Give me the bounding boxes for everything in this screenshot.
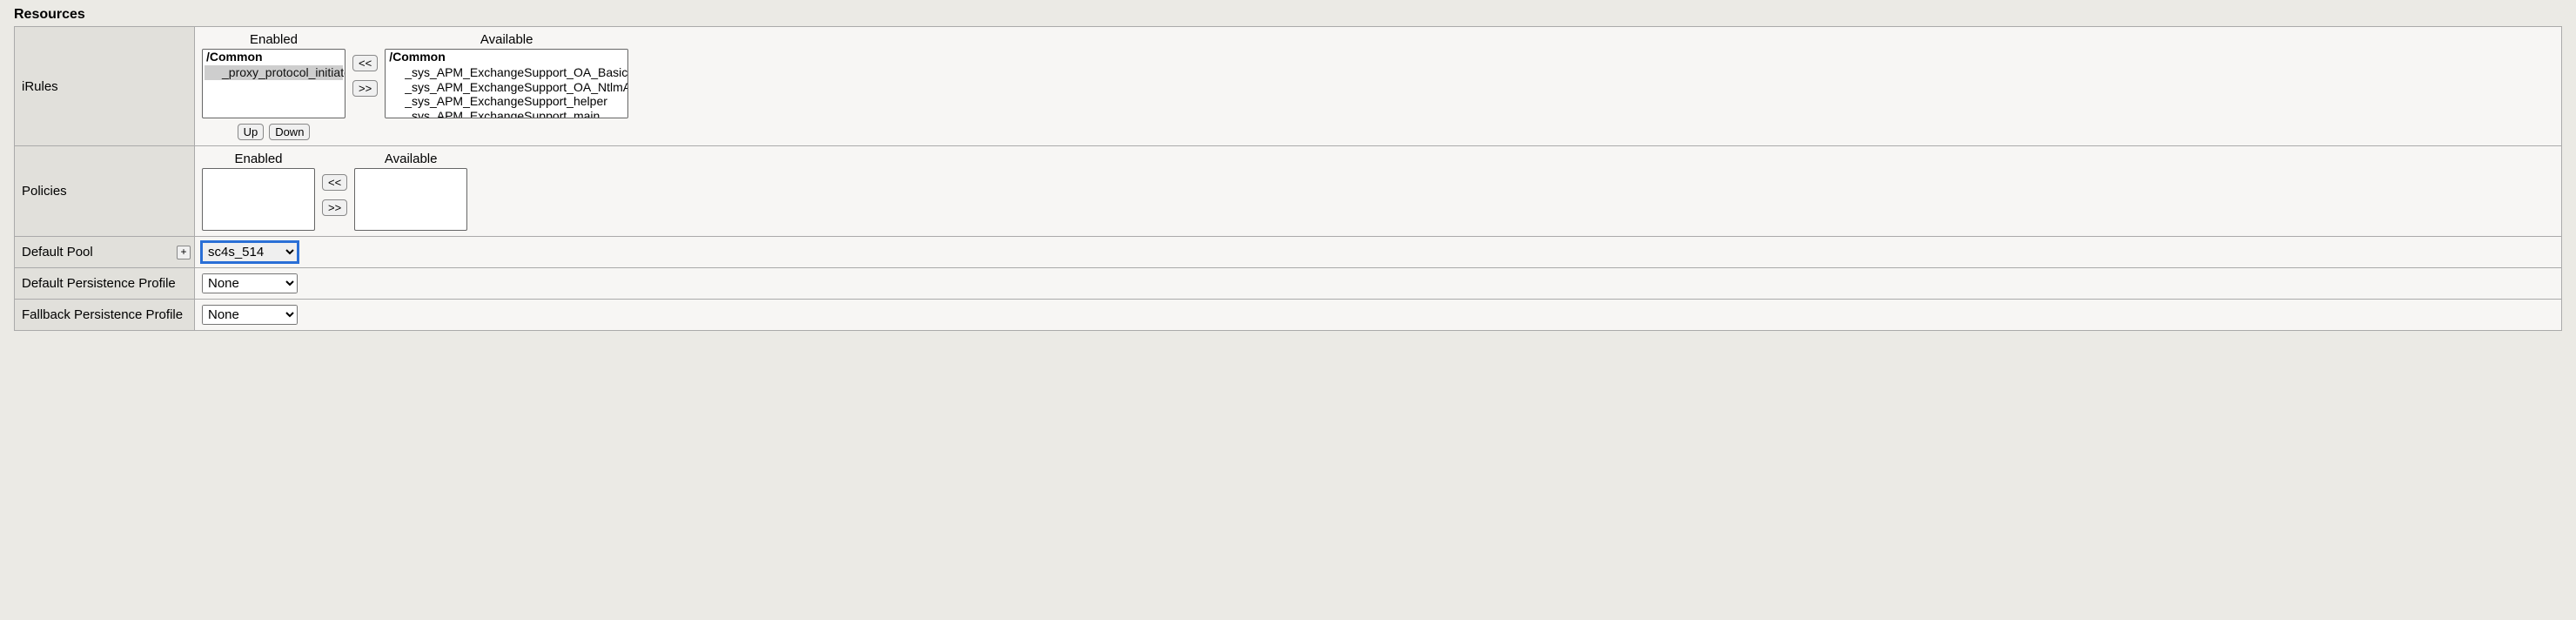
policies-move-left-button[interactable]: <<: [322, 174, 347, 191]
resources-table: iRules Enabled _proxy_protocol_initiator…: [14, 26, 2562, 331]
section-title: Resources: [14, 7, 2562, 23]
irules-enabled-list[interactable]: _proxy_protocol_initiator: [202, 49, 345, 118]
default-persistence-value-cell: None: [195, 268, 2562, 300]
irules-move-left-button[interactable]: <<: [352, 55, 378, 71]
policies-available-title: Available: [385, 152, 438, 166]
default-persistence-select[interactable]: None: [202, 273, 298, 293]
default-pool-add-button[interactable]: +: [177, 246, 191, 259]
fallback-persistence-select[interactable]: None: [202, 305, 298, 325]
irules-available-list[interactable]: _sys_APM_ExchangeSupport_OA_BasicAuth_sy…: [385, 49, 628, 118]
irules-down-button[interactable]: Down: [269, 124, 310, 140]
irules-value-cell: Enabled _proxy_protocol_initiator Up Dow…: [195, 27, 2562, 146]
irules-available-title: Available: [480, 32, 533, 47]
default-pool-label-cell: Default Pool +: [15, 237, 195, 268]
policies-enabled-list[interactable]: [202, 168, 315, 231]
irules-move-right-button[interactable]: >>: [352, 80, 378, 97]
default-persistence-label-cell: Default Persistence Profile: [15, 268, 195, 300]
irules-up-button[interactable]: Up: [238, 124, 265, 140]
fallback-persistence-label-cell: Fallback Persistence Profile: [15, 300, 195, 331]
irules-label: iRules: [22, 79, 58, 94]
irules-enabled-title: Enabled: [250, 32, 298, 47]
default-persistence-label: Default Persistence Profile: [22, 276, 176, 291]
policies-label-cell: Policies: [15, 146, 195, 237]
fallback-persistence-label: Fallback Persistence Profile: [22, 307, 183, 322]
fallback-persistence-value-cell: None: [195, 300, 2562, 331]
policies-value-cell: Enabled << >> Available: [195, 146, 2562, 237]
policies-enabled-title: Enabled: [234, 152, 282, 166]
policies-move-right-button[interactable]: >>: [322, 199, 347, 216]
default-pool-value-cell: sc4s_514: [195, 237, 2562, 268]
default-pool-select[interactable]: sc4s_514: [202, 242, 298, 262]
default-pool-label: Default Pool: [22, 245, 93, 259]
policies-available-list[interactable]: [354, 168, 467, 231]
irules-label-cell: iRules: [15, 27, 195, 146]
policies-label: Policies: [22, 184, 67, 199]
